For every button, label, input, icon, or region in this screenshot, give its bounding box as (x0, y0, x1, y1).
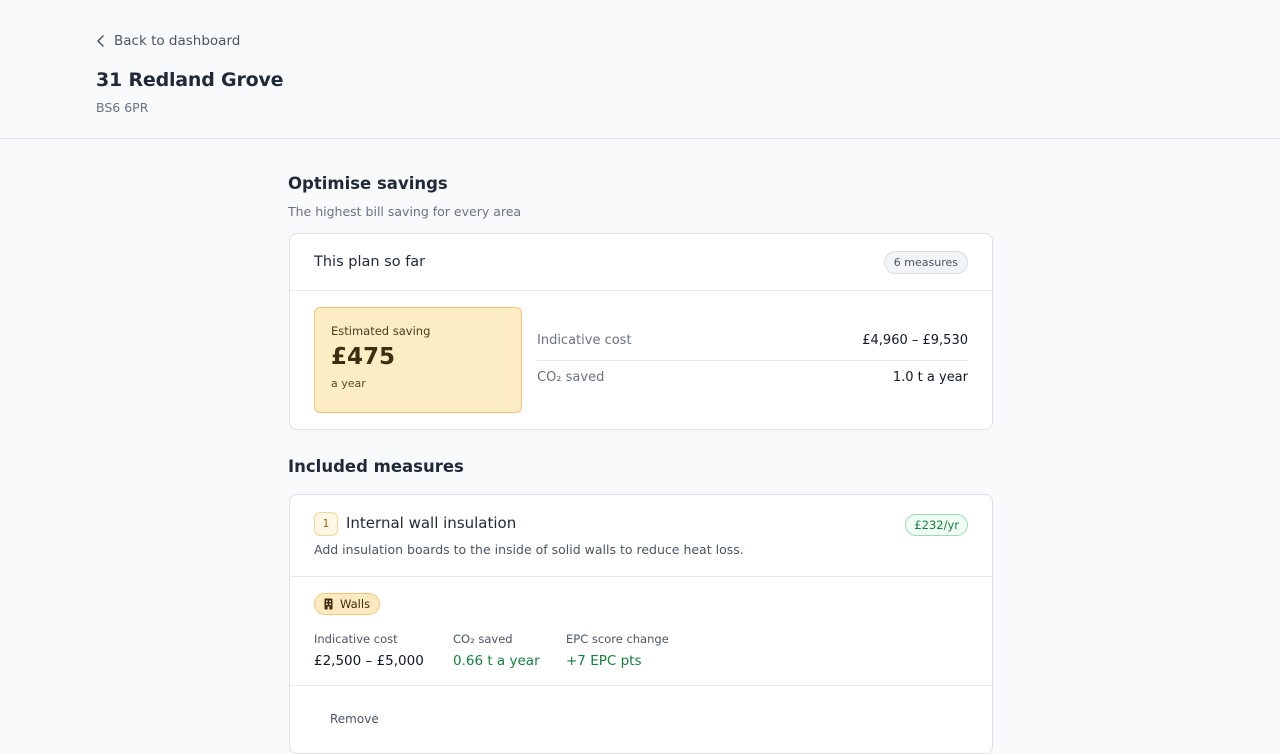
back-link-label: Back to dashboard (114, 33, 241, 49)
estimated-saving-value: £475 (331, 344, 396, 370)
plan-summary-card: This plan so far 6 measures Estimated sa… (289, 233, 993, 430)
co2-saved-value: 1.0 t a year (892, 370, 968, 385)
area-tag-label: Walls (340, 597, 371, 611)
co2-saved-row: CO₂ saved 1.0 t a year (537, 370, 968, 385)
indicative-cost-value: £4,960 – £9,530 (862, 333, 968, 348)
stat-divider (537, 360, 968, 361)
postcode: BS6 6PR (96, 100, 149, 115)
measure-co2-metric: CO₂ saved 0.66 t a year (453, 632, 540, 669)
estimated-saving-label: Estimated saving (331, 324, 431, 338)
co2-saved-label: CO₂ saved (537, 370, 605, 385)
measure-epc-value: +7 EPC pts (566, 653, 642, 669)
included-measures-heading: Included measures (288, 457, 464, 476)
remove-measure-button[interactable]: Remove (330, 712, 379, 726)
chevron-left-icon (97, 35, 104, 47)
measure-saving-badge: £232/yr (905, 514, 968, 536)
page-header: Back to dashboard 31 Redland Grove BS6 6… (0, 0, 1280, 139)
building-icon (324, 598, 333, 610)
measure-cost-metric: Indicative cost £2,500 – £5,000 (314, 632, 424, 669)
area-tag-walls: Walls (314, 593, 381, 615)
measure-card: 1 Internal wall insulation £232/yr Add i… (289, 494, 993, 754)
measure-cost-value: £2,500 – £5,000 (314, 653, 424, 669)
estimated-saving-period: a year (331, 377, 366, 390)
plan-summary-title: This plan so far (314, 254, 426, 270)
measure-description: Add insulation boards to the inside of s… (314, 542, 744, 557)
measure-cost-label: Indicative cost (314, 632, 398, 646)
measures-count-badge: 6 measures (883, 250, 968, 274)
optimise-savings-heading: Optimise savings (288, 174, 448, 193)
measure-co2-value: 0.66 t a year (453, 653, 540, 669)
measure-epc-metric: EPC score change +7 EPC pts (566, 632, 669, 669)
measure-co2-label: CO₂ saved (453, 632, 513, 646)
back-to-dashboard-link[interactable]: Back to dashboard (96, 33, 240, 49)
optimise-savings-subtitle: The highest bill saving for every area (288, 204, 522, 219)
measure-card-body: Walls Indicative cost £2,500 – £5,000 CO… (290, 577, 992, 686)
indicative-cost-row: Indicative cost £4,960 – £9,530 (537, 333, 968, 348)
estimated-saving-box: Estimated saving £475 a year (314, 307, 522, 413)
measure-card-header: 1 Internal wall insulation £232/yr Add i… (290, 495, 992, 577)
indicative-cost-label: Indicative cost (537, 333, 632, 348)
measure-title: Internal wall insulation (346, 514, 517, 532)
page-title: 31 Redland Grove (96, 69, 284, 91)
measure-epc-label: EPC score change (566, 632, 669, 646)
plan-summary-header: This plan so far 6 measures (290, 234, 992, 291)
measure-number-badge: 1 (314, 512, 338, 536)
